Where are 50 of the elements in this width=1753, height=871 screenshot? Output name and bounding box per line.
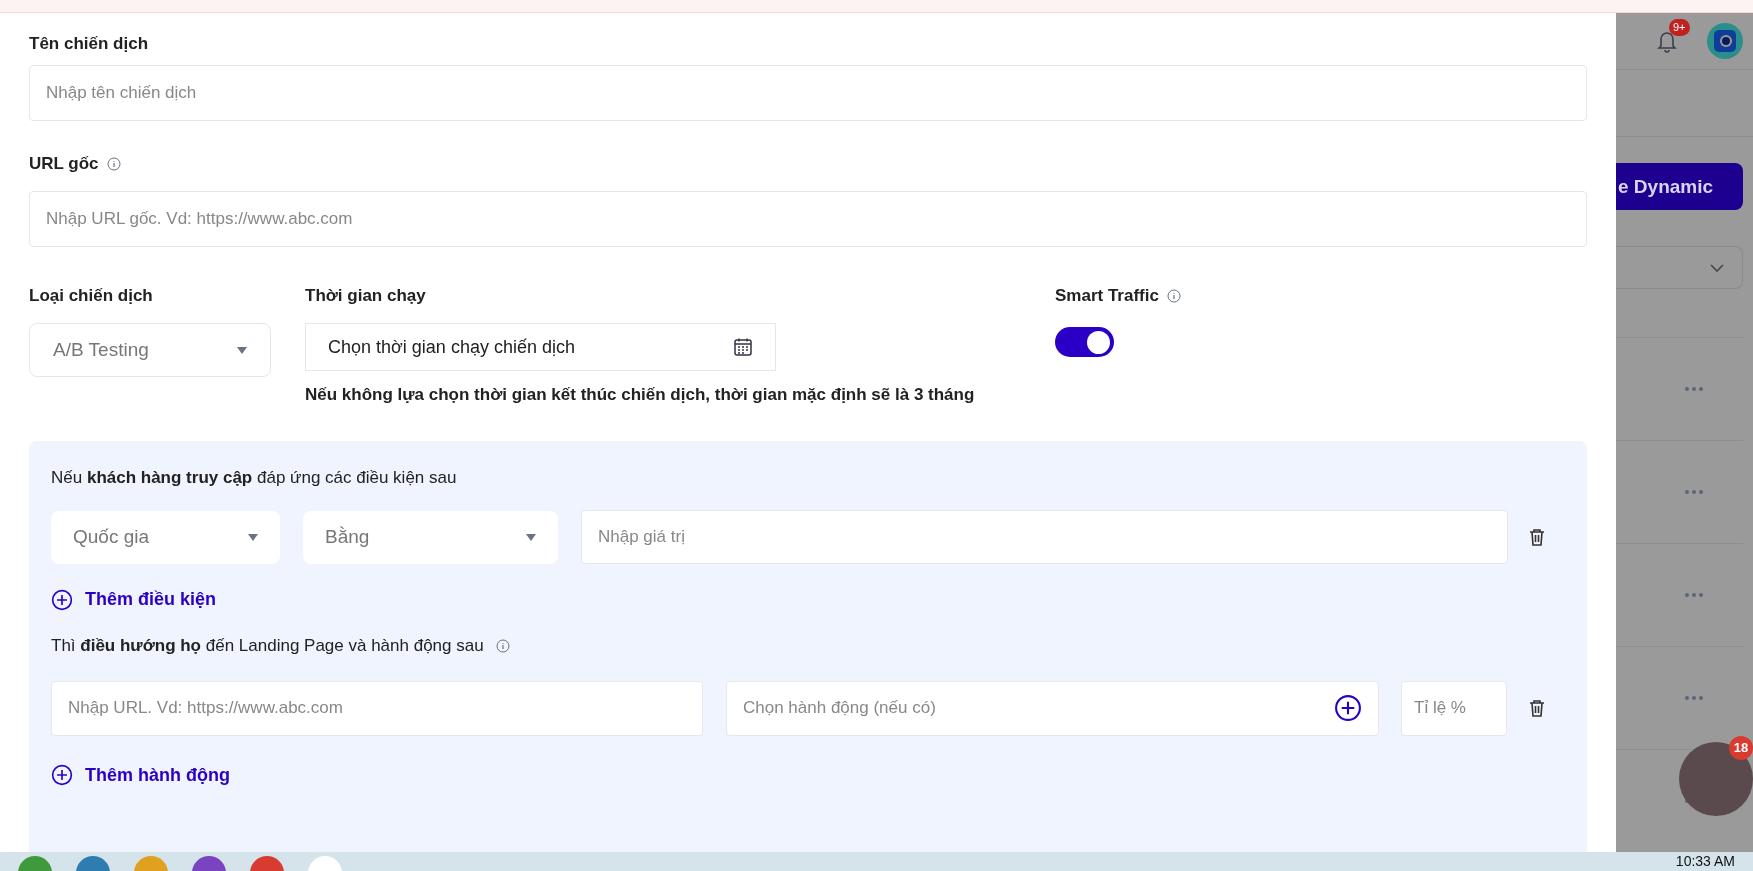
more-icon[interactable] [1685,593,1703,597]
taskbar-app-icon[interactable] [76,856,110,871]
condition-field-dropdown[interactable]: Quốc gia [51,510,280,564]
add-action-link[interactable]: Thêm hành động [51,761,230,789]
info-icon [106,157,121,171]
time-note: Nếu không lựa chọn thời gian kết thúc chiến dịch, thời gian mặc định sẽ là 3 tháng [305,384,976,406]
trash-icon [1529,699,1545,717]
notification-badge: 9+ [1669,19,1690,37]
more-icon[interactable] [1685,490,1703,494]
calendar-icon [733,337,753,357]
value-input[interactable]: Nhập giá trị [581,510,1508,564]
info-icon [495,638,510,653]
caret-icon [526,533,536,541]
create-button[interactable]: e Dynamic [1616,163,1743,211]
field-label: Thời gian chạy [305,285,427,307]
field-label: URL gốc [29,153,99,176]
caret-icon [237,346,247,354]
logo-icon[interactable] [1705,21,1745,62]
more-icon[interactable] [1685,387,1703,391]
url-input[interactable]: Nhập URL gốc. Vd: https://www.abc.com [29,191,1587,247]
smart-traffic-toggle[interactable] [1055,327,1114,357]
chat-badge: 18 [1729,736,1753,760]
taskbar-app-icon[interactable] [18,856,52,871]
delete-button[interactable] [1527,698,1547,718]
field-label: Smart Traffic [1055,285,1159,308]
operator-dropdown[interactable]: Bằng [303,510,558,564]
add-icon[interactable] [1334,694,1362,722]
trash-icon [1529,528,1545,546]
action-select[interactable]: Chọn hành động (nếu có) [726,680,1379,736]
taskbar-app-icon[interactable] [192,856,226,871]
delete-button[interactable] [1527,527,1547,547]
condition-text: Nếu khách hàng truy cập đáp ứng các điều kiện sau [51,466,458,489]
add-icon[interactable] [51,588,73,611]
chevron-down-icon [1710,263,1724,272]
caret-icon [248,533,258,541]
field-label: Loại chiến dịch [29,285,154,307]
field-label: Tên chiến dịch [29,33,150,55]
add-condition-link[interactable]: Thêm điều kiện [51,586,217,613]
taskbar-clock: 10:33 AM [1675,852,1735,870]
add-icon[interactable] [51,764,73,786]
ratio-input[interactable]: Tỉ lệ % [1401,680,1507,736]
name-input[interactable]: Nhập tên chiến dịch [29,65,1587,121]
taskbar-app-icon[interactable] [250,856,284,871]
more-icon[interactable] [1685,696,1703,700]
bell-icon[interactable] [1657,29,1677,54]
info-icon [1166,289,1181,303]
date-range-picker[interactable]: Chọn thời gian chạy chiến dịch [305,323,776,371]
landing-url-input[interactable]: Nhập URL. Vd: https://www.abc.com [51,680,703,736]
campaign-type-dropdown[interactable]: A/B Testing [29,323,271,377]
redirect-text: Thì điều hướng họ đến Landing Page và hành động sau [51,635,484,657]
